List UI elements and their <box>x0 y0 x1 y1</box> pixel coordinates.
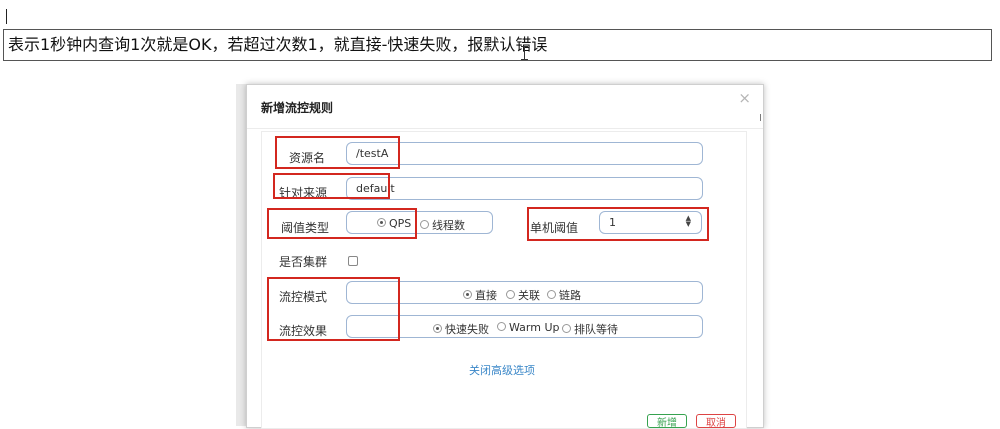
highlight-flow-mode-effect <box>267 277 400 341</box>
radio-warm-up[interactable]: Warm Up <box>497 321 560 334</box>
radio-chain-dot <box>547 290 556 299</box>
radio-warm-up-label: Warm Up <box>509 321 560 334</box>
radio-chain[interactable]: 链路 <box>547 287 581 303</box>
highlight-threshold-type <box>267 208 417 239</box>
close-icon[interactable]: × <box>738 89 751 107</box>
annotation-text: 表示1秒钟内查询1次就是OK，若超过次数1，就直接-快速失败，报默认错误 <box>8 35 548 54</box>
form-panel: 资源名 /testA 针对来源 default 阈值类型 QPS 线程数 单机阈… <box>261 131 747 429</box>
radio-threads-label: 线程数 <box>432 219 465 232</box>
annotation-note: 表示1秒钟内查询1次就是OK，若超过次数1，就直接-快速失败，报默认错误 <box>3 29 992 61</box>
toggle-advanced-link[interactable]: 关闭高级选项 <box>469 362 535 378</box>
cluster-checkbox[interactable] <box>348 256 358 266</box>
cluster-label: 是否集群 <box>279 255 328 269</box>
radio-direct-dot <box>463 290 472 299</box>
radio-relate-dot <box>506 290 515 299</box>
flow-rule-dialog: 新增流控规则 × I 资源名 /testA 针对来源 default 阈值类型 … <box>246 84 764 429</box>
radio-warm-up-dot <box>497 322 506 331</box>
radio-chain-label: 链路 <box>559 289 581 302</box>
background-fragment: I <box>759 113 762 124</box>
radio-direct[interactable]: 直接 <box>463 287 497 303</box>
limit-app-input[interactable]: default <box>346 177 703 200</box>
radio-fast-fail-dot <box>433 324 442 333</box>
text-caret <box>6 9 7 24</box>
text-cursor-icon <box>521 46 528 60</box>
highlight-resource <box>275 136 400 169</box>
radio-threads[interactable]: 线程数 <box>420 217 465 233</box>
radio-threads-dot <box>420 220 429 229</box>
radio-direct-label: 直接 <box>475 289 497 302</box>
radio-fast-fail[interactable]: 快速失败 <box>433 321 489 337</box>
radio-queue[interactable]: 排队等待 <box>562 321 618 337</box>
dialog-divider <box>247 128 763 129</box>
highlight-limit-app <box>273 173 390 199</box>
highlight-single-threshold <box>527 207 709 241</box>
radio-relate-label: 关联 <box>518 289 540 302</box>
radio-fast-fail-label: 快速失败 <box>445 323 489 336</box>
dialog-title: 新增流控规则 <box>261 101 334 115</box>
radio-relate[interactable]: 关联 <box>506 287 540 303</box>
radio-queue-label: 排队等待 <box>574 323 618 336</box>
radio-queue-dot <box>562 324 571 333</box>
